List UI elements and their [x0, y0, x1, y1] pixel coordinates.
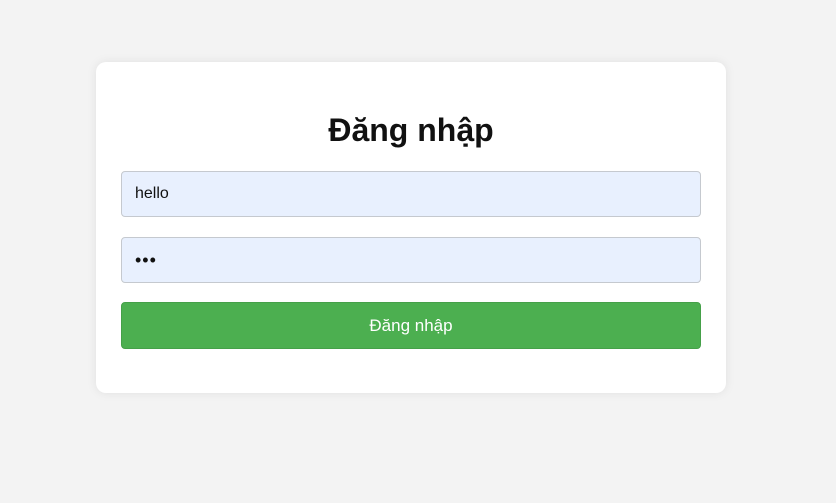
login-card: Đăng nhập Đăng nhập: [96, 62, 726, 393]
login-title: Đăng nhập: [328, 112, 494, 148]
username-input[interactable]: [121, 171, 701, 217]
login-button[interactable]: Đăng nhập: [121, 302, 701, 349]
password-input[interactable]: [121, 237, 701, 283]
